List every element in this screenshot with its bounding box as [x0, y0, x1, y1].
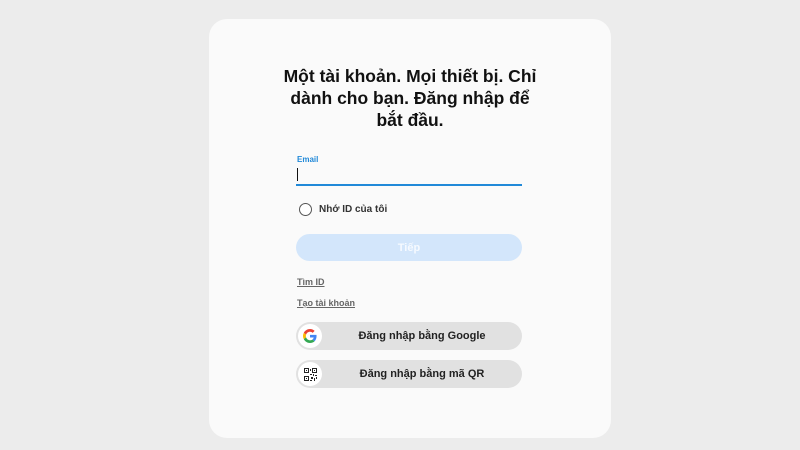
- qr-sign-in-label: Đăng nhập bằng mã QR: [359, 368, 485, 380]
- page-title-line-1: Một tài khoản. Mọi thiết bị. Chỉ: [283, 66, 537, 86]
- qr-code-icon: [298, 362, 322, 386]
- page-title-line-2: dành cho bạn. Đăng nhập để: [290, 88, 530, 108]
- page-title: Một tài khoản. Mọi thiết bị. Chỉ dành ch…: [209, 65, 611, 131]
- email-label: Email: [297, 155, 319, 164]
- google-logo-icon: [298, 324, 322, 348]
- find-id-link[interactable]: Tìm ID: [297, 277, 325, 287]
- text-caret: [297, 168, 298, 181]
- email-field[interactable]: [296, 166, 522, 186]
- next-button[interactable]: Tiếp: [296, 234, 522, 261]
- google-sign-in-label: Đăng nhập bằng Google: [358, 330, 486, 342]
- create-account-link[interactable]: Tạo tài khoản: [297, 298, 355, 308]
- qr-sign-in-button[interactable]: Đăng nhập bằng mã QR: [296, 360, 522, 388]
- remember-id-option[interactable]: Nhớ ID của tôi: [299, 201, 387, 217]
- remember-id-radio[interactable]: [299, 202, 312, 216]
- page-title-line-3: bắt đầu.: [376, 110, 444, 130]
- remember-id-label: Nhớ ID của tôi: [319, 203, 388, 215]
- login-card: Một tài khoản. Mọi thiết bị. Chỉ dành ch…: [209, 19, 611, 438]
- google-sign-in-button[interactable]: Đăng nhập bằng Google: [296, 322, 522, 350]
